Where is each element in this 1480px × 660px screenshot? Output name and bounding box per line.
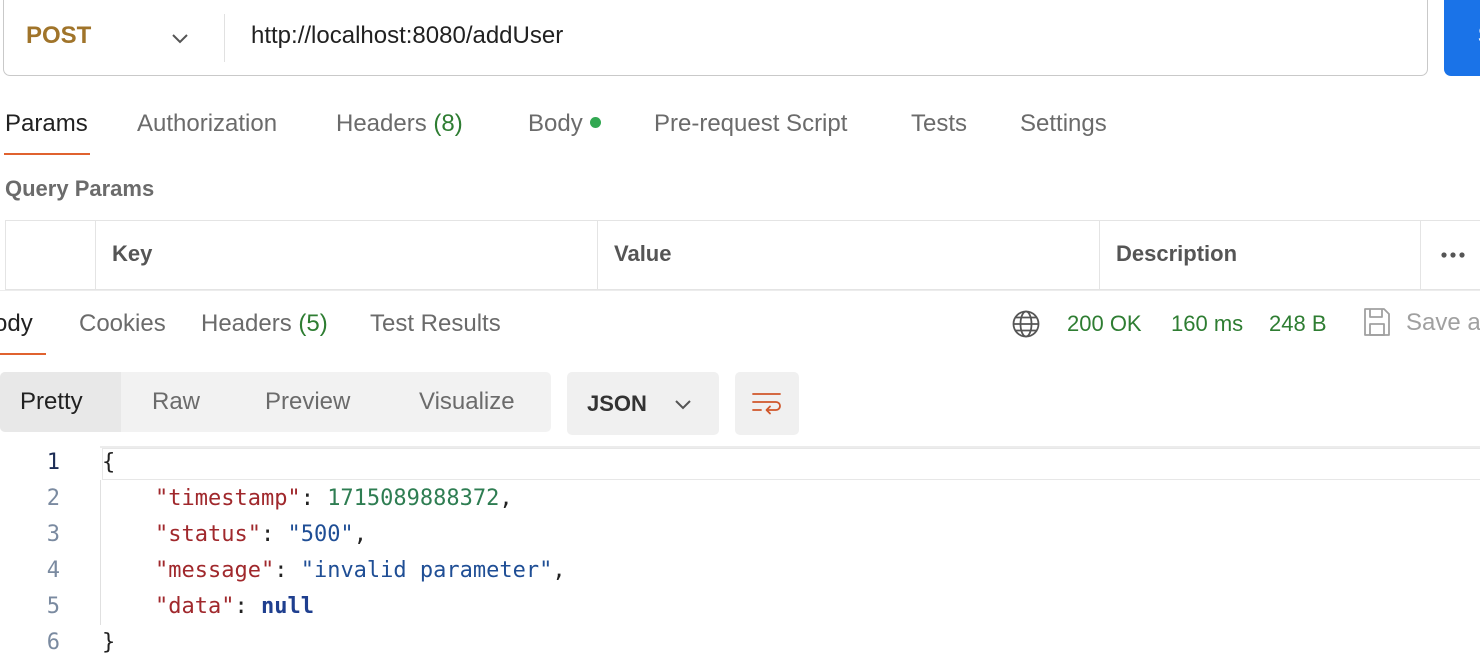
response-time[interactable]: 160 ms [1171, 311, 1243, 337]
chevron-down-icon[interactable] [671, 392, 695, 416]
response-tab-headers-label: Headers [201, 310, 292, 337]
column-header-description: Description [1116, 241, 1238, 266]
line-number: 1 [46, 450, 60, 475]
tab-body[interactable]: Body [528, 110, 601, 138]
response-tab-test-results[interactable]: Test Results [370, 310, 501, 338]
response-size[interactable]: 248 B [1269, 311, 1327, 337]
json-value-number: 1715089888372 [327, 486, 500, 511]
response-tab-cookies-label: Cookies [79, 310, 166, 337]
column-header-value: Value [614, 241, 672, 266]
active-response-tab-indicator [0, 353, 46, 355]
send-button[interactable]: S [1444, 0, 1480, 76]
tab-pre-request-label: Pre-request Script [654, 110, 848, 137]
tab-authorization-label: Authorization [137, 110, 278, 137]
code-line[interactable]: "data": null [102, 594, 314, 619]
json-key: "data" [154, 594, 235, 619]
tab-tests[interactable]: Tests [911, 110, 967, 138]
view-mode-visualize[interactable]: Visualize [419, 388, 515, 416]
response-tab-cookies[interactable]: Cookies [79, 310, 166, 338]
current-line-highlight [102, 448, 1480, 480]
line-number: 4 [46, 558, 60, 583]
chevron-down-icon[interactable] [168, 26, 192, 50]
line-number: 3 [46, 522, 60, 547]
code-line[interactable]: "message": "invalid parameter", [102, 558, 566, 583]
json-comma: , [552, 558, 566, 583]
json-value-string: "500" [287, 522, 354, 547]
ellipsis-icon[interactable] [1440, 251, 1466, 259]
view-mode-preview[interactable]: Preview [265, 388, 350, 416]
line-number: 5 [46, 594, 60, 619]
globe-icon[interactable] [1011, 309, 1041, 339]
wrap-lines-icon [752, 393, 781, 415]
code-line[interactable]: "status": "500", [102, 522, 367, 547]
tab-authorization[interactable]: Authorization [137, 110, 277, 138]
tab-headers-label: Headers [336, 110, 427, 137]
column-separator [1420, 221, 1421, 289]
active-tab-indicator [4, 153, 90, 155]
request-url-bar [3, 0, 1428, 76]
json-value-string: "invalid parameter" [300, 558, 553, 583]
response-tab-test-results-label: Test Results [370, 310, 501, 337]
code-line[interactable]: { [102, 450, 115, 475]
tab-body-label: Body [528, 110, 583, 137]
code-line[interactable]: "timestamp": 1715089888372, [102, 486, 513, 511]
line-number: 6 [46, 630, 60, 655]
body-indicator-dot [589, 117, 601, 129]
response-status[interactable]: 200 OK [1067, 311, 1142, 337]
query-params-table [5, 220, 1480, 290]
tab-settings[interactable]: Settings [1020, 110, 1107, 138]
tab-settings-label: Settings [1020, 110, 1107, 137]
line-number: 2 [46, 486, 60, 511]
json-comma: , [353, 522, 367, 547]
response-tab-headers[interactable]: Headers (5) [201, 310, 328, 338]
json-comma: , [499, 486, 513, 511]
json-key: "message" [154, 558, 275, 583]
tab-params-label: Params [5, 110, 88, 137]
json-value-null: null [260, 594, 314, 619]
response-divider [0, 290, 1480, 291]
json-key: "status" [154, 522, 261, 547]
column-separator [597, 221, 598, 289]
indent-guide [100, 480, 101, 625]
view-mode-raw[interactable]: Raw [152, 388, 200, 416]
save-response-button[interactable]: Save a [1406, 309, 1480, 337]
tab-headers[interactable]: Headers (8) [336, 110, 463, 138]
column-separator [95, 221, 96, 289]
tab-pre-request-script[interactable]: Pre-request Script [654, 110, 847, 138]
save-icon[interactable] [1362, 306, 1392, 338]
brace-open: { [102, 450, 116, 475]
column-header-key: Key [112, 241, 153, 266]
view-mode-pretty[interactable]: Pretty [20, 388, 83, 416]
response-tab-headers-count: (5) [298, 310, 328, 337]
column-separator [1099, 221, 1100, 289]
tab-params[interactable]: Params [5, 110, 88, 138]
tab-headers-count: (8) [433, 110, 463, 137]
tab-tests-label: Tests [911, 110, 968, 137]
brace-close: } [102, 630, 116, 655]
http-method-select[interactable]: POST [26, 22, 91, 50]
json-key: "timestamp" [154, 486, 301, 511]
format-select-label: JSON [587, 391, 647, 416]
query-params-title: Query Params [5, 176, 155, 201]
code-line[interactable]: } [102, 630, 115, 655]
url-divider [224, 14, 225, 62]
response-tab-body-label: ody [0, 310, 33, 337]
url-input[interactable]: http://localhost:8080/addUser [251, 22, 563, 50]
response-tab-body[interactable]: ody [0, 310, 33, 338]
